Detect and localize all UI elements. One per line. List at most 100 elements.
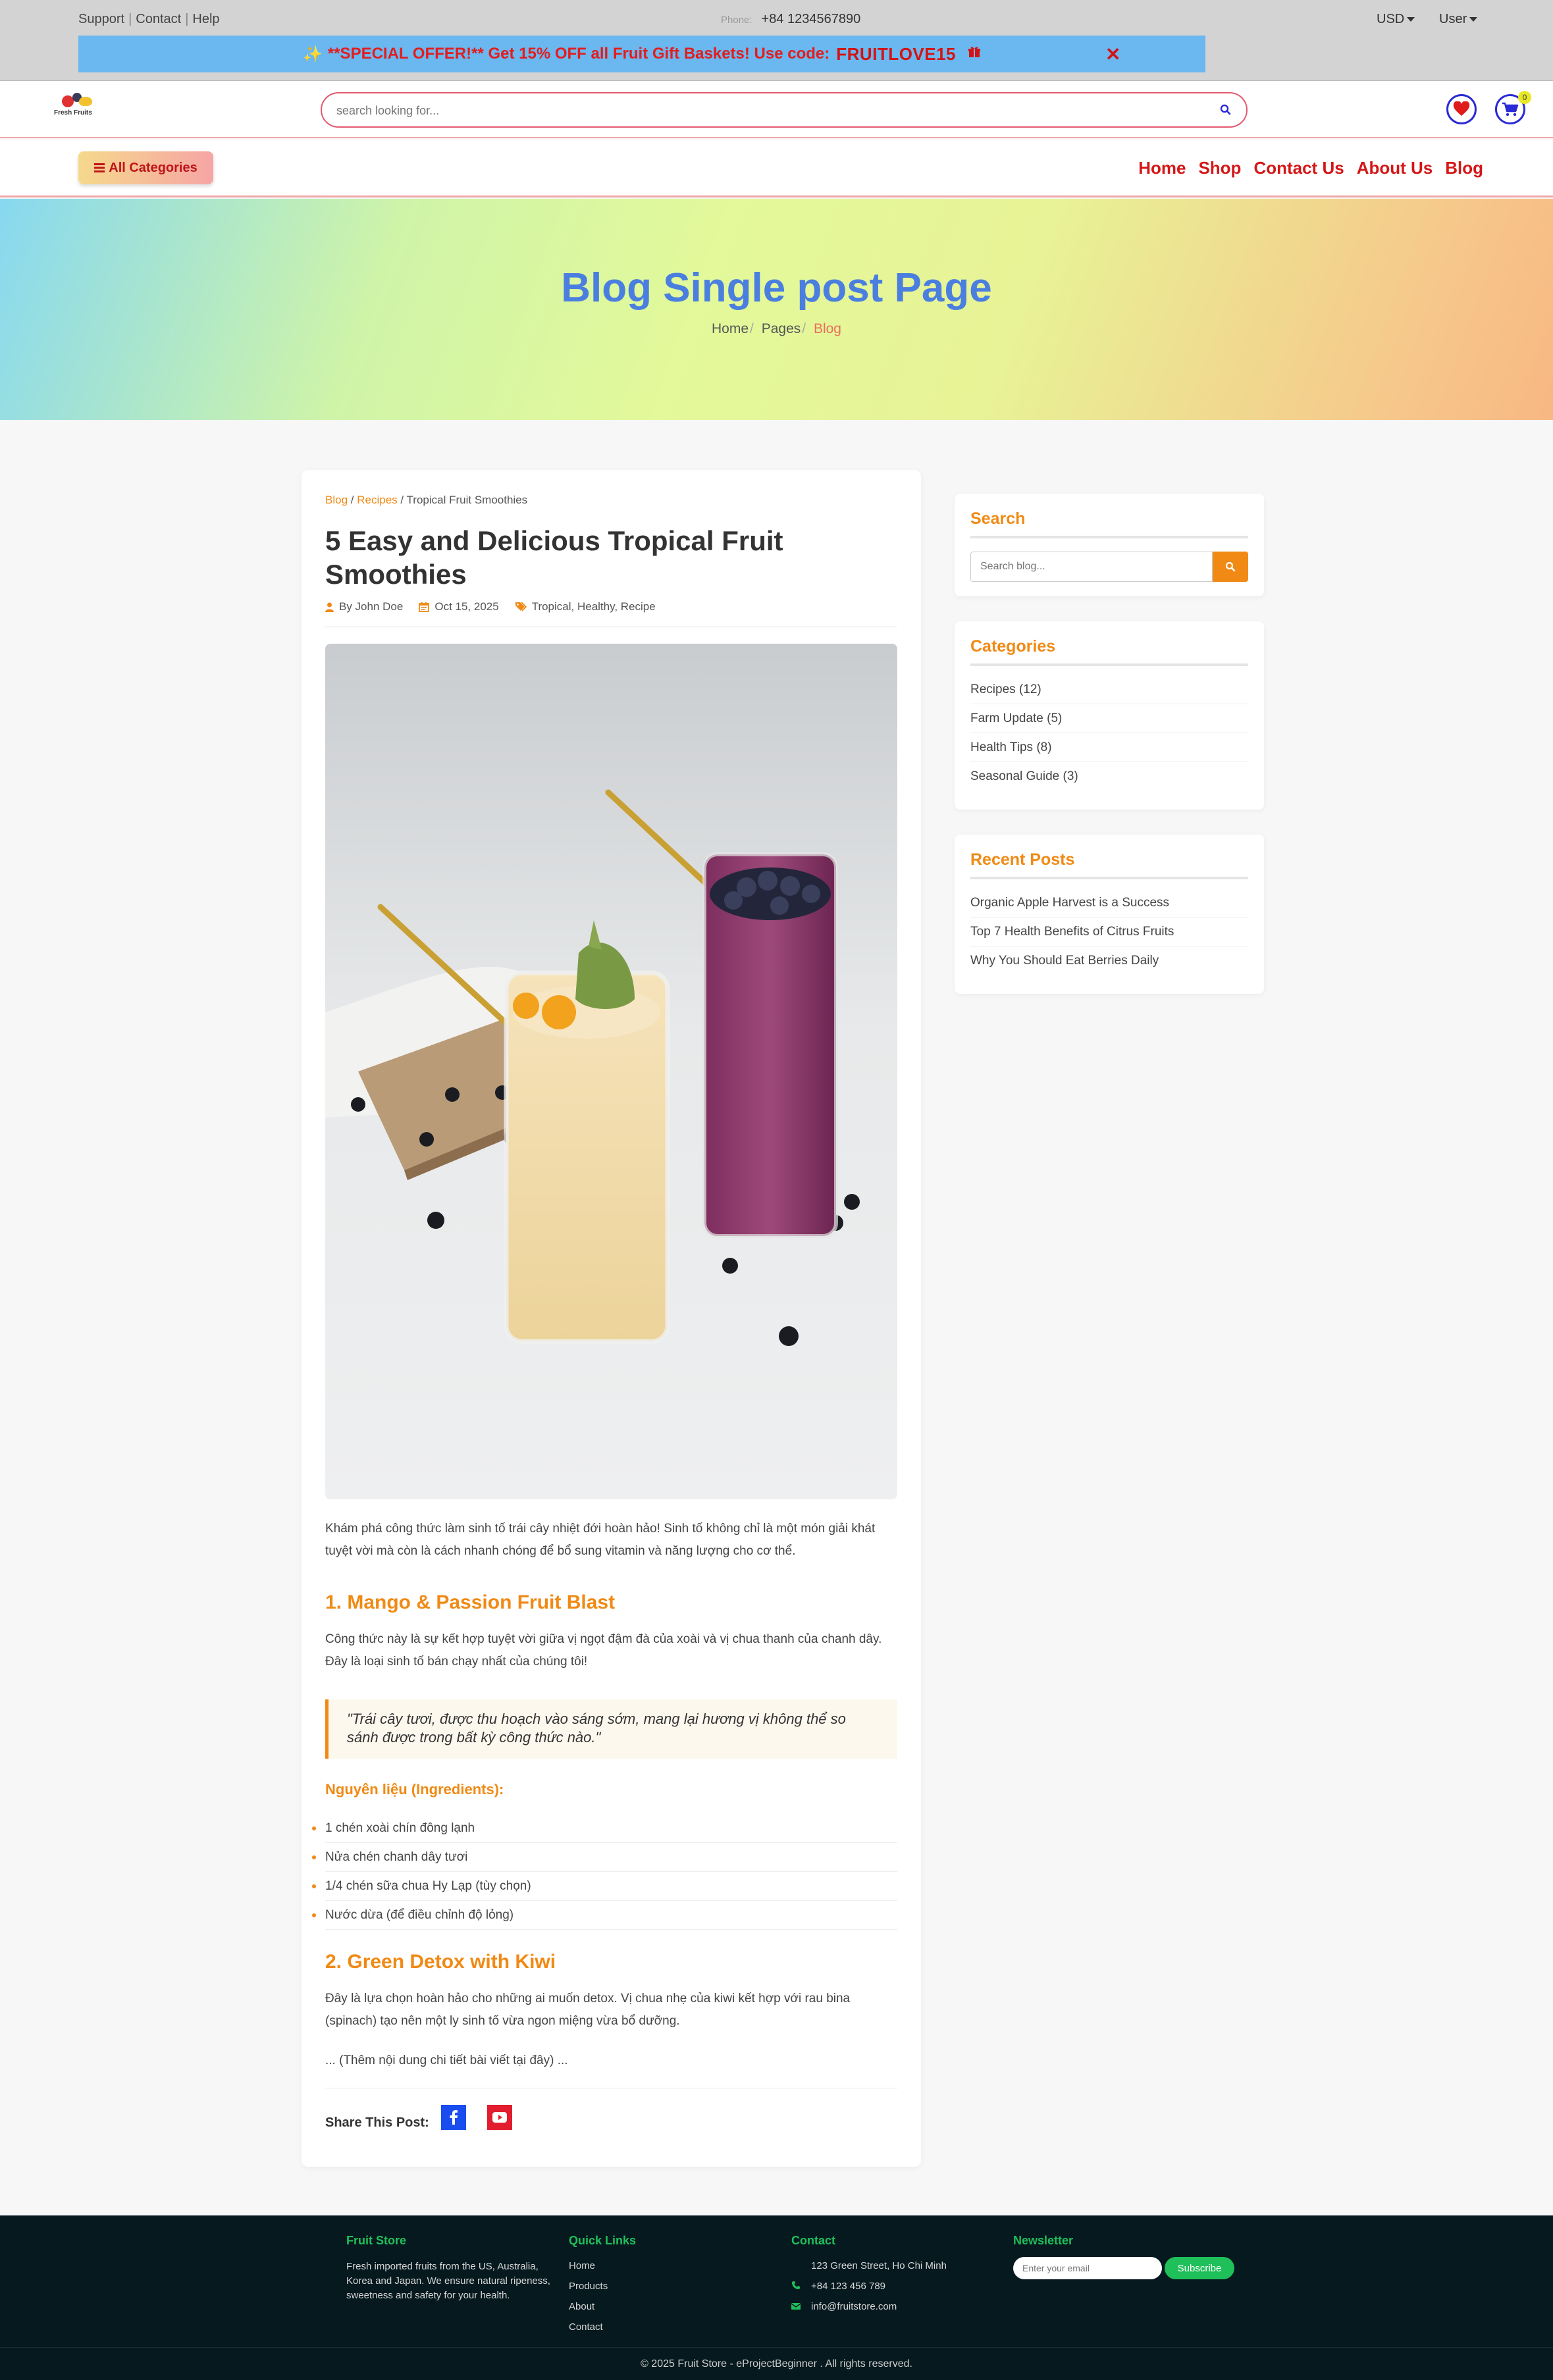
user-dropdown[interactable]: User bbox=[1439, 12, 1478, 27]
post-date: Oct 15, 2025 bbox=[434, 600, 499, 613]
category-link[interactable]: Recipes (12) bbox=[970, 675, 1248, 704]
phone-text: +84 123 456 789 bbox=[811, 2281, 886, 2292]
top-phone: Phone: +84 1234567890 bbox=[721, 12, 860, 27]
wishlist-button[interactable] bbox=[1446, 94, 1477, 124]
footer-store-title: Fruit Store bbox=[346, 2234, 407, 2247]
nav-contact-us[interactable]: Contact Us bbox=[1253, 158, 1344, 178]
all-categories-label: All Categories bbox=[109, 160, 197, 175]
breadcrumb-current: Blog bbox=[813, 321, 841, 336]
article-crumb-current: Tropical Fruit Smoothies bbox=[406, 494, 528, 506]
gift-icon bbox=[968, 45, 981, 63]
subscribe-button[interactable]: Subscribe bbox=[1165, 2257, 1234, 2279]
footer-newsletter: Newsletter Subscribe bbox=[1013, 2234, 1237, 2279]
section-2-text: Đây là lựa chọn hoàn hảo cho những ai mu… bbox=[325, 1992, 851, 2028]
top-bar: Support | Contact | Help Phone: +84 123456789… bbox=[0, 0, 1553, 80]
breadcrumb-separator: / bbox=[802, 321, 806, 336]
main-nav: All Categories Home Shop Contact Us Abou… bbox=[0, 140, 1553, 197]
search-icon bbox=[1225, 561, 1236, 572]
all-categories-button[interactable]: All Categories bbox=[78, 151, 213, 184]
cart-button[interactable]: 0 bbox=[1495, 91, 1531, 124]
blog-search-input[interactable] bbox=[970, 552, 1213, 582]
site-logo[interactable]: Fresh Fruits bbox=[53, 89, 99, 119]
nav-blog[interactable]: Blog bbox=[1445, 158, 1483, 178]
post-tags: Tropical, Healthy, Recipe bbox=[531, 600, 656, 613]
recent-post-link[interactable]: Top 7 Health Benefits of Citrus Fruits bbox=[970, 918, 1248, 946]
share-facebook-button[interactable] bbox=[441, 2105, 466, 2130]
link-separator: | bbox=[185, 12, 189, 26]
ingredients-title: Nguyên liệu (Ingredients): bbox=[325, 1781, 504, 1798]
sparkle-icon: ✨ bbox=[302, 45, 323, 63]
category-link[interactable]: Health Tips (8) bbox=[970, 733, 1248, 762]
promo-code: FRUITLOVE15 bbox=[836, 43, 957, 64]
calendar-icon bbox=[419, 602, 430, 612]
meta-date: Oct 15, 2025 bbox=[419, 600, 499, 613]
newsletter-email-input[interactable] bbox=[1013, 2257, 1162, 2279]
footer-phone: +84 123 456 789 bbox=[791, 2276, 947, 2296]
section-2-title: 2. Green Detox with Kiwi bbox=[325, 1951, 556, 1973]
blog-search-button[interactable] bbox=[1213, 552, 1248, 582]
contact-link[interactable]: Contact bbox=[136, 12, 181, 26]
article-title: 5 Easy and Delicious Tropical Fruit Smoo… bbox=[325, 525, 783, 590]
phone-number: +84 1234567890 bbox=[761, 12, 861, 26]
category-link[interactable]: Farm Update (5) bbox=[970, 704, 1248, 733]
nav-home[interactable]: Home bbox=[1138, 158, 1186, 178]
footer-link-about[interactable]: About bbox=[569, 2296, 636, 2317]
footer-copyright: © 2025 Fruit Store - eProjectBeginner . … bbox=[0, 2347, 1553, 2380]
cart-icon bbox=[1502, 102, 1519, 116]
footer-about: Fruit Store Fresh imported fruits from t… bbox=[346, 2234, 557, 2303]
widget-divider bbox=[970, 877, 1248, 879]
help-link[interactable]: Help bbox=[192, 12, 219, 26]
article-crumb-blog[interactable]: Blog bbox=[325, 494, 348, 506]
widget-divider bbox=[970, 536, 1248, 538]
search-widget-title: Search bbox=[970, 509, 1026, 528]
share-label: Share This Post: bbox=[325, 2115, 429, 2130]
share-youtube-button[interactable] bbox=[487, 2105, 512, 2130]
breadcrumb-home[interactable]: Home bbox=[712, 321, 749, 336]
link-separator: | bbox=[128, 12, 132, 26]
footer-quick-links: Quick Links Home Products About Contact bbox=[569, 2234, 636, 2337]
author-name: By John Doe bbox=[339, 600, 404, 613]
close-promo-button[interactable]: ✕ bbox=[1105, 43, 1120, 65]
logo-text: Fresh Fruits bbox=[54, 109, 92, 116]
footer-link-contact[interactable]: Contact bbox=[569, 2317, 636, 2337]
nav-shop[interactable]: Shop bbox=[1198, 158, 1241, 178]
tags-icon bbox=[515, 602, 527, 611]
user-label: User bbox=[1439, 12, 1467, 26]
phone-label: Phone: bbox=[721, 14, 752, 26]
category-link[interactable]: Seasonal Guide (3) bbox=[970, 762, 1248, 791]
footer-link-home[interactable]: Home bbox=[569, 2256, 636, 2276]
search-input[interactable] bbox=[336, 101, 1192, 120]
search-widget: Search bbox=[955, 494, 1264, 596]
support-link[interactable]: Support bbox=[78, 12, 124, 26]
user-icon bbox=[325, 602, 334, 612]
currency-dropdown[interactable]: USD bbox=[1377, 12, 1415, 27]
footer-email: info@fruitstore.com bbox=[791, 2296, 947, 2317]
header-search bbox=[321, 92, 1248, 128]
breadcrumb-pages[interactable]: Pages bbox=[762, 321, 801, 336]
search-icon[interactable] bbox=[1219, 103, 1233, 117]
newsletter-form: Subscribe bbox=[1013, 2257, 1237, 2279]
caret-down-icon bbox=[1469, 17, 1478, 22]
breadcrumb-separator: / bbox=[750, 321, 754, 336]
recent-posts-title: Recent Posts bbox=[970, 850, 1075, 869]
nav-about-us[interactable]: About Us bbox=[1357, 158, 1433, 178]
recent-post-link[interactable]: Why You Should Eat Berries Daily bbox=[970, 946, 1248, 975]
envelope-icon bbox=[791, 2302, 804, 2312]
hero-breadcrumb: Home/ Pages/ Blog bbox=[0, 321, 1553, 337]
article-quote: "Trái cây tươi, được thu hoạch vào sáng … bbox=[325, 1699, 897, 1759]
list-item: 1 chén xoài chín đông lạnh bbox=[312, 1814, 897, 1843]
promo-text: **SPECIAL OFFER!** Get 15% OFF all Fruit… bbox=[327, 45, 830, 63]
article-more: ... (Thêm nội dung chi tiết bài viết tại… bbox=[325, 2054, 568, 2067]
footer-link-products[interactable]: Products bbox=[569, 2276, 636, 2296]
banana-icon bbox=[79, 97, 92, 106]
currency-label: USD bbox=[1377, 12, 1405, 26]
article-breadcrumb: Blog / Recipes / Tropical Fruit Smoothie… bbox=[325, 494, 527, 507]
facebook-icon bbox=[450, 2110, 458, 2125]
footer-address: 123 Green Street, Ho Chi Minh bbox=[791, 2256, 947, 2276]
caret-down-icon bbox=[1407, 17, 1415, 22]
article-crumb-recipes[interactable]: Recipes bbox=[357, 494, 397, 506]
heart-icon bbox=[1453, 101, 1470, 116]
recent-post-link[interactable]: Organic Apple Harvest is a Success bbox=[970, 889, 1248, 918]
top-links: Support | Contact | Help bbox=[78, 12, 220, 27]
categories-widget: Categories Recipes (12) Farm Update (5) … bbox=[955, 621, 1264, 810]
